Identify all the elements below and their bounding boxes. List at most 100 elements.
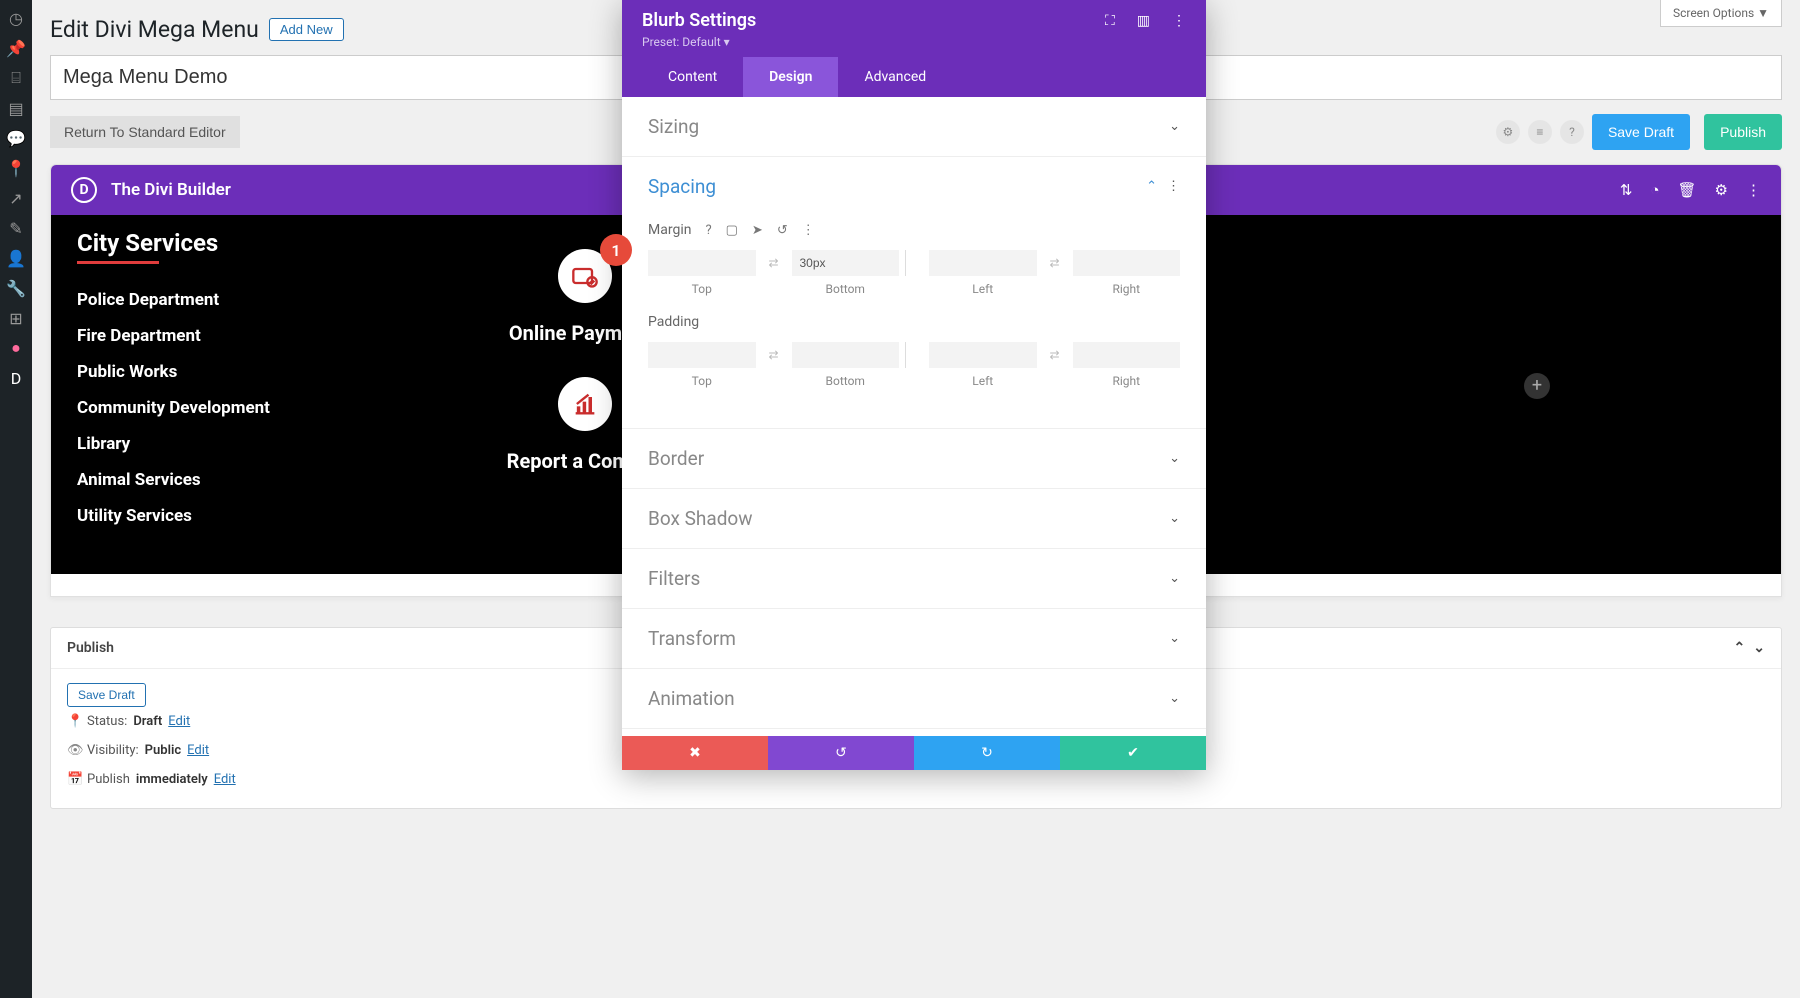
section-header[interactable]: Filters ⌄ <box>622 549 1206 608</box>
padding-right-input[interactable] <box>1073 342 1181 368</box>
status-value: Draft <box>133 714 162 729</box>
tab-content[interactable]: Content <box>642 57 743 97</box>
modal-body: Sizing ⌄ Spacing ⌃⋮ Margin ? ▢ ➤ ↺ ⋮ <box>622 97 1206 736</box>
tab-advanced[interactable]: Advanced <box>838 57 952 97</box>
media-icon[interactable]: ⌸ <box>6 68 26 88</box>
section-filters: Filters ⌄ <box>622 549 1206 609</box>
redo-button[interactable]: ↻ <box>914 736 1060 770</box>
preset-dropdown[interactable]: Preset: Default ▾ <box>642 35 1186 49</box>
padding-label: Padding <box>648 314 699 330</box>
padding-top-input[interactable] <box>648 342 756 368</box>
chevron-down-icon: ⌄ <box>1169 631 1180 646</box>
chevron-down-icon[interactable]: ⌄ <box>1753 640 1765 656</box>
admin-sidebar: ◷ 📌 ⌸ ▤ 💬 📍 ↗ ✎ 👤 🔧 ⊞ ● D <box>0 0 32 998</box>
divi-icon[interactable]: D <box>6 368 26 388</box>
more-icon[interactable]: ⋮ <box>1172 13 1186 29</box>
add-new-button[interactable]: Add New <box>269 18 344 41</box>
return-editor-button[interactable]: Return To Standard Editor <box>50 116 240 148</box>
service-link[interactable]: Police Department <box>77 290 327 310</box>
reset-icon[interactable]: ↺ <box>777 223 788 238</box>
more-icon[interactable]: ⋮ <box>802 223 815 238</box>
divi-logo-icon: D <box>71 177 97 203</box>
service-link[interactable]: Fire Department <box>77 326 327 346</box>
columns-icon[interactable]: ▥ <box>1137 13 1150 29</box>
publish-button[interactable]: Publish <box>1704 114 1782 150</box>
chevron-up-icon: ⌃ <box>1146 179 1157 194</box>
link-icon[interactable]: ⇄ <box>1043 348 1067 362</box>
spacing-body: Margin ? ▢ ➤ ↺ ⋮ ⇄ ⇄ Top <box>622 216 1206 428</box>
service-link[interactable]: Library <box>77 434 327 454</box>
chevron-up-icon[interactable]: ⌃ <box>1734 640 1746 656</box>
margin-label: Margin <box>648 222 691 238</box>
padding-label-row: Padding <box>648 314 1180 330</box>
tools-icon[interactable]: 🔧 <box>6 278 26 298</box>
modal-tabs: Content Design Advanced <box>642 57 1186 97</box>
margin-left-input[interactable] <box>929 250 1037 276</box>
chevron-down-icon: ⌄ <box>1169 691 1180 706</box>
link-icon[interactable]: ⇄ <box>762 348 786 362</box>
margin-right-input[interactable] <box>1073 250 1181 276</box>
chevron-down-icon: ⌄ <box>1169 511 1180 526</box>
more-icon[interactable]: ⋮ <box>1167 179 1180 194</box>
history-icon[interactable]: ◔ <box>1650 181 1659 199</box>
pages-icon[interactable]: ▤ <box>6 98 26 118</box>
pin-icon[interactable]: 📌 <box>6 38 26 58</box>
trash-icon[interactable]: 🗑 <box>1678 181 1697 199</box>
sort-icon[interactable]: ⇅ <box>1620 181 1633 199</box>
help-icon[interactable]: ? <box>705 223 711 238</box>
help-row[interactable]: ?Help <box>622 729 1206 736</box>
metabox-save-draft-button[interactable]: Save Draft <box>67 683 146 707</box>
section-header[interactable]: Spacing ⌃⋮ <box>622 157 1206 216</box>
modal-header: Blurb Settings ⛶ ▥ ⋮ Preset: Default ▾ C… <box>622 0 1206 97</box>
service-link[interactable]: Utility Services <box>77 506 327 526</box>
tab-design[interactable]: Design <box>743 57 838 97</box>
edit-icon[interactable]: ✎ <box>6 218 26 238</box>
link-icon[interactable]: ⇄ <box>762 256 786 270</box>
pin2-icon[interactable]: 📍 <box>6 158 26 178</box>
visibility-value: Public <box>145 743 181 758</box>
plugin-icon[interactable]: ● <box>6 338 26 358</box>
service-link[interactable]: Public Works <box>77 362 327 382</box>
section-sizing: Sizing ⌄ <box>622 97 1206 157</box>
margin-bottom-input[interactable] <box>792 250 900 276</box>
menu-col-1: City Services Police Department Fire Dep… <box>77 229 327 542</box>
tablet-icon[interactable]: ▢ <box>726 223 738 238</box>
save-draft-button[interactable]: Save Draft <box>1592 114 1690 150</box>
section-header[interactable]: Transform ⌄ <box>622 609 1206 668</box>
gear-icon[interactable]: ⚙ <box>1715 181 1728 199</box>
service-link[interactable]: Animal Services <box>77 470 327 490</box>
edit-publish-link[interactable]: Edit <box>214 772 236 787</box>
edit-status-link[interactable]: Edit <box>168 714 190 729</box>
publish-value: immediately <box>136 772 208 787</box>
section-header[interactable]: Box Shadow ⌄ <box>622 489 1206 548</box>
help-button[interactable]: ? <box>1560 120 1584 144</box>
comments-icon[interactable]: 💬 <box>6 128 26 148</box>
settings-button[interactable]: ⚙ <box>1496 120 1520 144</box>
pointer-icon[interactable]: ↗ <box>6 188 26 208</box>
add-module-button[interactable]: + <box>1524 373 1550 399</box>
layers-button[interactable]: ≡ <box>1528 120 1552 144</box>
more-icon[interactable]: ⋮ <box>1746 181 1761 199</box>
expand-icon[interactable]: ⛶ <box>1105 13 1115 29</box>
section-header[interactable]: Border ⌄ <box>622 429 1206 488</box>
padding-bottom-input[interactable] <box>792 342 900 368</box>
section-transform: Transform ⌄ <box>622 609 1206 669</box>
users-icon[interactable]: 👤 <box>6 248 26 268</box>
dashboard-icon[interactable]: ◷ <box>6 8 26 28</box>
margin-top-input[interactable] <box>648 250 756 276</box>
screen-options-toggle[interactable]: Screen Options ▼ <box>1660 0 1782 27</box>
key-icon: 📍 <box>67 714 81 729</box>
padding-left-input[interactable] <box>929 342 1037 368</box>
plus-box-icon[interactable]: ⊞ <box>6 308 26 328</box>
link-icon[interactable]: ⇄ <box>1043 256 1067 270</box>
edit-visibility-link[interactable]: Edit <box>187 743 209 758</box>
undo-button[interactable]: ↺ <box>768 736 914 770</box>
chart-icon <box>558 377 612 431</box>
hover-icon[interactable]: ➤ <box>752 223 763 238</box>
chevron-down-icon: ⌄ <box>1169 119 1180 134</box>
save-button[interactable]: ✔ <box>1060 736 1206 770</box>
section-header[interactable]: Animation ⌄ <box>622 669 1206 728</box>
section-header[interactable]: Sizing ⌄ <box>622 97 1206 156</box>
service-link[interactable]: Community Development <box>77 398 327 418</box>
cancel-button[interactable]: ✖ <box>622 736 768 770</box>
